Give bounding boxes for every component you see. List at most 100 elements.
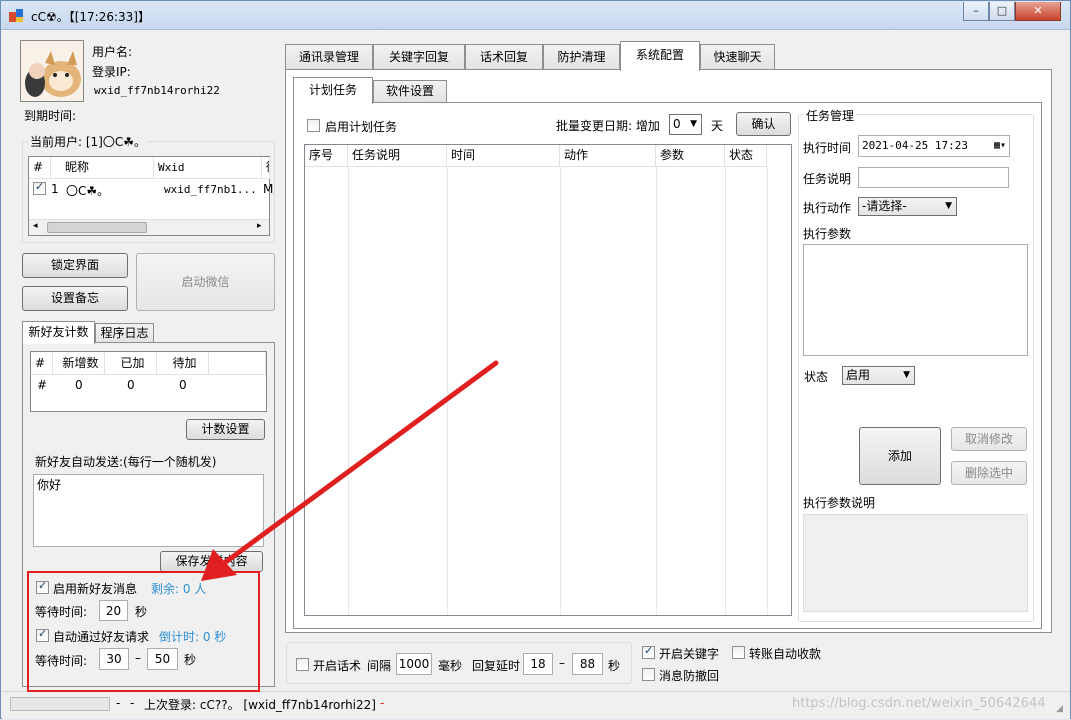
exec-time-label: 执行时间: [803, 141, 852, 155]
auto-transfer-label: 转账自动收款: [749, 647, 822, 661]
interval-label: 间隔: [367, 659, 392, 673]
auto-transfer-checkbox[interactable]: [732, 646, 745, 659]
anti-recall-label: 消息防撤回: [659, 669, 720, 683]
batch-days-value: 0: [673, 117, 681, 131]
row-num: 1: [51, 182, 59, 196]
param-desc-label: 执行参数说明: [803, 496, 876, 510]
batch-change-label: 批量变更日期: 增加: [556, 119, 660, 133]
close-button[interactable]: ✕: [1015, 2, 1061, 21]
exec-param-textarea[interactable]: [803, 244, 1028, 356]
batch-days-select[interactable]: 0 ▼: [669, 114, 702, 135]
username-label: 用户名:: [92, 45, 133, 59]
anti-recall-checkbox[interactable]: [642, 668, 655, 681]
calendar-icon[interactable]: ▦▾: [994, 136, 1006, 156]
enable-script-checkbox[interactable]: [296, 658, 309, 671]
grid-header: 微: [262, 157, 270, 179]
param-desc-box: [803, 514, 1028, 612]
auto-send-textarea[interactable]: 你好: [33, 474, 264, 547]
reply-delay-label: 回复延时: [472, 659, 521, 673]
task-grid[interactable]: 序号 任务说明 时间 动作 参数 状态: [304, 144, 792, 616]
counter-settings-button[interactable]: 计数设置: [186, 419, 265, 440]
delay-min-input[interactable]: 18: [523, 653, 553, 675]
window-title: cC☢。【[17:26:33]】: [31, 10, 150, 24]
exec-action-select[interactable]: -请选择- ▼: [858, 197, 957, 216]
current-user-grid[interactable]: # 昵称 Wxid 微 1 〇C☘。 wxid_ff7nb1... M ◂ ▸: [28, 156, 273, 236]
delete-selected-button[interactable]: 删除选中: [951, 461, 1027, 485]
tab-keyword-reply[interactable]: 关键字回复: [373, 44, 465, 70]
exec-param-label: 执行参数: [803, 227, 852, 241]
avatar-image: [21, 41, 83, 101]
exec-action-value: -请选择-: [862, 199, 907, 213]
minimize-button[interactable]: –: [963, 2, 989, 21]
lock-ui-button[interactable]: 锁定界面: [22, 253, 128, 278]
maximize-button[interactable]: □: [989, 2, 1015, 21]
tab-script-reply[interactable]: 话术回复: [465, 44, 543, 70]
tab-software-settings[interactable]: 软件设置: [373, 80, 447, 103]
enable-keyword-checkbox[interactable]: [642, 644, 655, 659]
exec-time-picker[interactable]: 2021-04-25 17:23 ▦▾: [858, 135, 1010, 157]
grid-header: 已加: [105, 352, 157, 375]
grid-header: 动作: [560, 145, 656, 167]
save-send-button[interactable]: 保存发送内容: [160, 551, 263, 572]
enable-plan-checkbox[interactable]: [307, 119, 320, 132]
status-dash-red: -: [380, 696, 385, 710]
resize-grip-icon[interactable]: ◢: [1056, 704, 1063, 714]
cell: 0: [75, 378, 83, 392]
grid-header: 序号: [305, 145, 348, 167]
grid-header-empty: [209, 352, 266, 375]
exec-time-value: 2021-04-25 17:23: [862, 139, 968, 152]
sec-unit: 秒: [608, 659, 621, 673]
horizontal-scrollbar[interactable]: ◂ ▸: [29, 219, 269, 235]
enable-plan-label: 启用计划任务: [325, 120, 398, 134]
row-extra: M: [263, 182, 274, 196]
tab-system-config[interactable]: 系统配置: [620, 41, 700, 71]
tab-new-friend-count[interactable]: 新好友计数: [22, 321, 95, 344]
enable-script-label: 开启话术: [313, 659, 362, 673]
delay-max-input[interactable]: 88: [572, 653, 603, 675]
status-label: 状态: [804, 370, 829, 384]
counter-grid[interactable]: # 新增数 已加 待加 # 0 0 0: [30, 351, 267, 412]
title-bar: cC☢。【[17:26:33]】 – □ ✕: [1, 1, 1070, 30]
col-divider: [725, 167, 726, 615]
cancel-edit-button[interactable]: 取消修改: [951, 427, 1027, 451]
user-checkbox[interactable]: [33, 180, 46, 195]
avatar: [20, 40, 84, 102]
status-dash: -: [130, 696, 135, 710]
current-user-label: 当前用户: [1]〇C☘。: [28, 133, 148, 150]
task-desc-input[interactable]: [858, 167, 1009, 188]
tab-protection[interactable]: 防护清理: [543, 44, 620, 70]
grid-header: 任务说明: [348, 145, 447, 167]
backup-settings-button[interactable]: 设置备忘: [22, 286, 128, 311]
scroll-thumb[interactable]: [47, 222, 147, 233]
row-wxid: wxid_ff7nb1...: [164, 183, 257, 196]
grid-header: 时间: [447, 145, 560, 167]
scroll-left-icon[interactable]: ◂: [33, 221, 38, 231]
confirm-button[interactable]: 确认: [736, 112, 791, 136]
exec-action-label: 执行动作: [803, 201, 852, 215]
table-row[interactable]: # 0 0 0: [31, 375, 266, 395]
expire-label: 到期时间:: [24, 109, 77, 123]
scroll-right-icon[interactable]: ▸: [257, 221, 262, 231]
status-value: 启用: [846, 368, 871, 382]
watermark: https://blog.csdn.net/weixin_50642644: [792, 696, 1046, 711]
task-desc-label: 任务说明: [803, 172, 852, 186]
annotation-highlight-box: [27, 571, 260, 692]
col-divider: [767, 167, 768, 615]
col-divider: [447, 167, 448, 615]
add-task-button[interactable]: 添加: [859, 427, 941, 485]
tab-quick-chat[interactable]: 快速聊天: [700, 44, 775, 70]
table-row[interactable]: 1 〇C☘。 wxid_ff7nb1... M: [29, 179, 273, 199]
tab-program-log[interactable]: 程序日志: [95, 323, 154, 343]
cell: 0: [179, 378, 187, 392]
grid-header: #: [31, 352, 53, 375]
app-icon: [9, 9, 23, 22]
tab-plan-tasks[interactable]: 计划任务: [293, 77, 373, 104]
start-wechat-button[interactable]: 启动微信: [136, 253, 275, 311]
row-nick: 〇C☘。: [66, 184, 110, 198]
status-select[interactable]: 启用 ▼: [842, 366, 915, 385]
range-dash: –: [559, 656, 565, 670]
interval-input[interactable]: 1000: [396, 653, 432, 675]
grid-header: 状态: [725, 145, 767, 167]
tab-contacts[interactable]: 通讯录管理: [285, 44, 373, 70]
grid-header: Wxid: [154, 157, 262, 179]
